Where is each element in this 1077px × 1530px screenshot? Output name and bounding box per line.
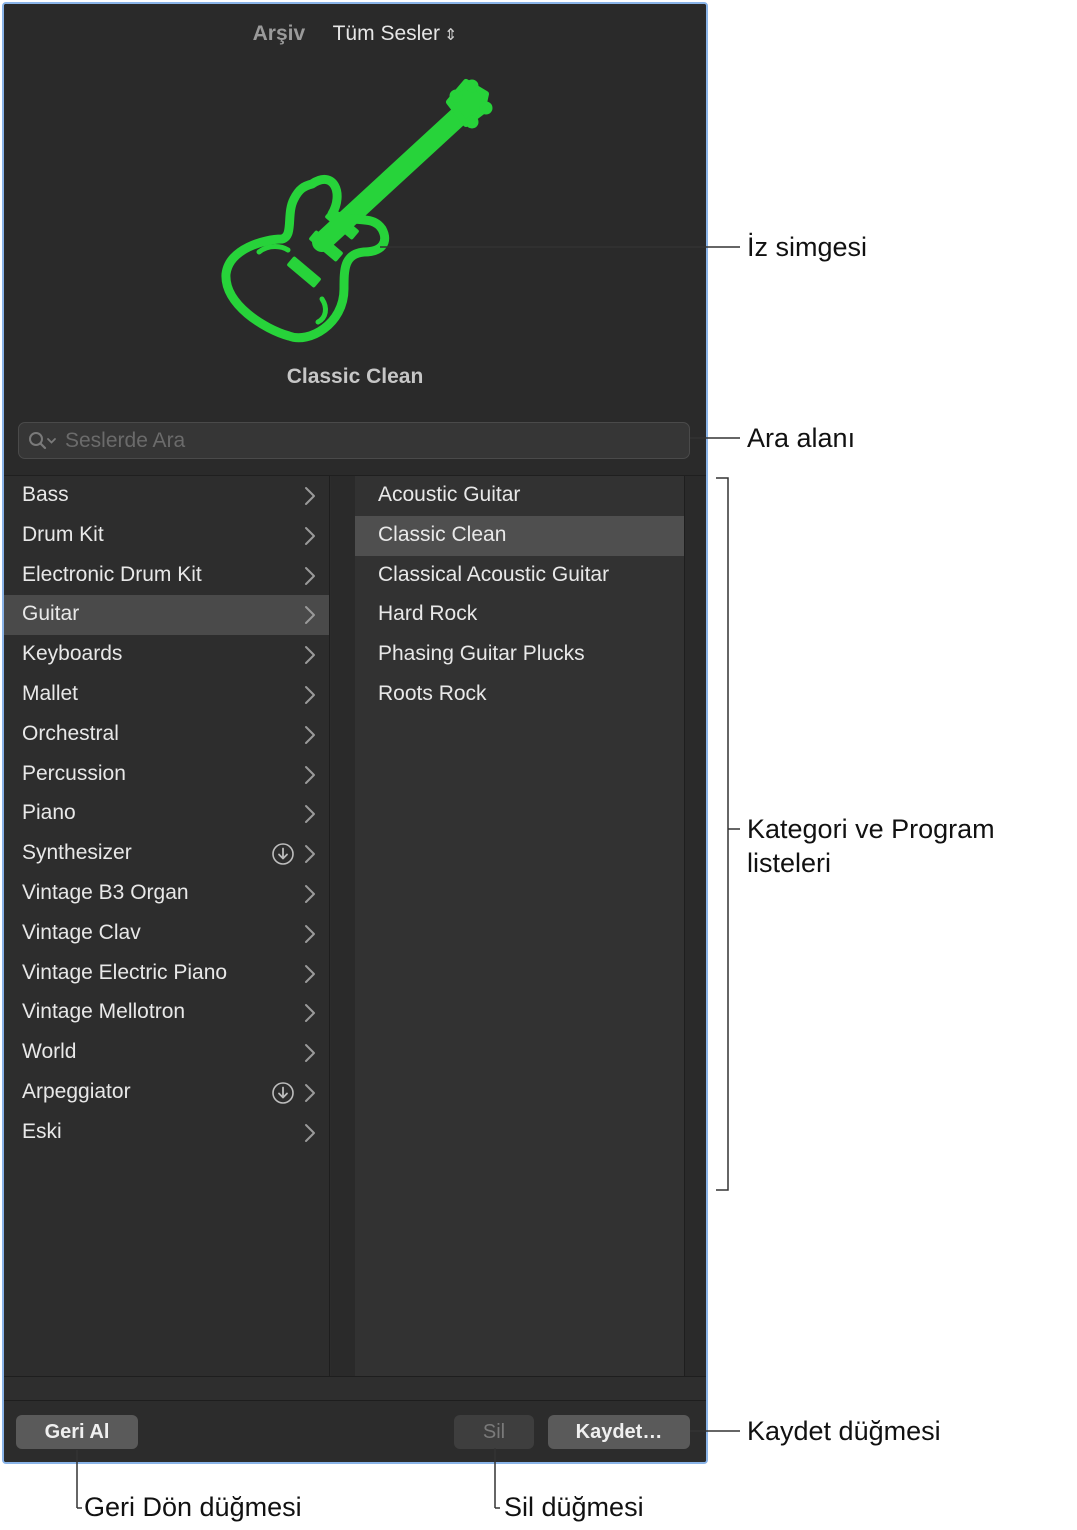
callout-lists-line1: Kategori ve Program: [747, 814, 995, 844]
callout-revert-button: Geri Dön düğmesi: [84, 1492, 302, 1522]
callout-lines: [76, 246, 740, 1509]
callout-delete-button: Sil düğmesi: [504, 1492, 644, 1522]
callout-lists-line2: listeleri: [747, 848, 832, 878]
callout-track-icon: İz simgesi: [747, 232, 868, 262]
callout-save-button: Kaydet düğmesi: [747, 1416, 941, 1446]
callout-search-field: Ara alanı: [747, 423, 856, 453]
